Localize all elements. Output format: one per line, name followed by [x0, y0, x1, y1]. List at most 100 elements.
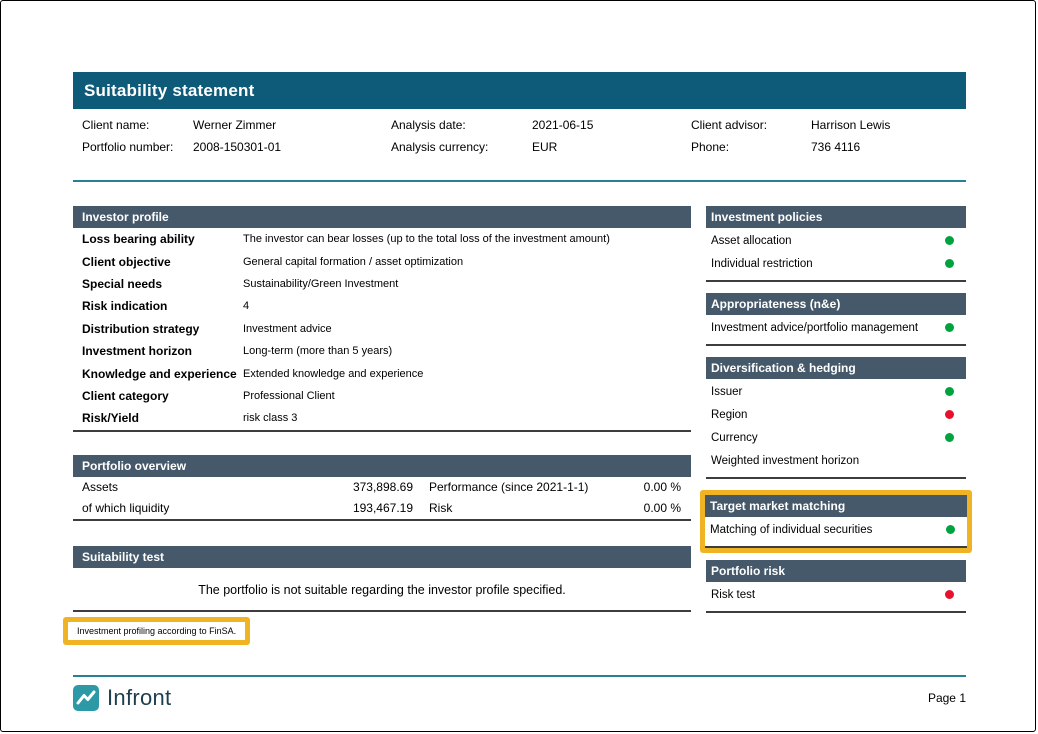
page-number: Page 1 — [73, 691, 966, 705]
panel-row-label: Region — [711, 409, 747, 421]
panel-row: Asset allocation — [706, 229, 966, 252]
portfolio-row: of which liquidity 193,467.19 Risk 0.00 … — [73, 498, 691, 519]
panel-investment-policies: Investment policies Asset allocation Ind… — [706, 206, 966, 282]
profile-row-label: Risk indication — [82, 299, 243, 313]
profile-row-value: 4 — [243, 300, 691, 312]
target-market-highlight-annotation: Target market matching Matching of indiv… — [700, 490, 972, 553]
profile-row-value: Sustainability/Green Investment — [243, 278, 691, 290]
portfolio-row: Assets 373,898.69 Performance (since 202… — [73, 477, 691, 498]
section-suitability-test: Suitability test The portfolio is not su… — [73, 546, 691, 612]
panel-body: Asset allocation Individual restriction — [706, 228, 966, 282]
panel-row-label: Weighted investment horizon — [711, 455, 859, 467]
section-header: Portfolio overview — [73, 455, 691, 477]
status-dot — [945, 410, 954, 419]
panel-row: Investment advice/portfolio management — [706, 316, 966, 339]
panel-portfolio-risk: Portfolio risk Risk test — [706, 560, 966, 613]
analysis-date-value: 2021-06-15 — [532, 114, 691, 136]
panel-diversification-hedging: Diversification & hedging Issuer Region … — [706, 357, 966, 479]
panel-row-label: Issuer — [711, 386, 742, 398]
phone-label: Phone: — [691, 136, 811, 158]
performance-value: 0.00 % — [609, 480, 681, 494]
panel-body: Risk test — [706, 582, 966, 613]
panel-row-label: Risk test — [711, 589, 755, 601]
panel-row-label: Asset allocation — [711, 235, 792, 247]
left-column: Investor profile Loss bearing ability Th… — [73, 206, 691, 645]
profile-row: Client objective General capital formati… — [73, 250, 691, 272]
liquidity-value: 193,467.19 — [262, 501, 413, 515]
right-column: Investment policies Asset allocation Ind… — [706, 206, 966, 613]
portfolio-number-value: 2008-150301-01 — [193, 136, 391, 158]
client-advisor-label: Client advisor: — [691, 114, 811, 136]
panel-row-label: Investment advice/portfolio management — [711, 322, 918, 334]
panel-header: Appropriateness (n&e) — [706, 293, 966, 315]
risk-label: Risk — [413, 501, 609, 515]
status-dot — [946, 525, 955, 534]
profile-row: Investment horizon Long-term (more than … — [73, 340, 691, 362]
profile-row: Risk/Yield risk class 3 — [73, 407, 691, 429]
profile-row-label: Client category — [82, 389, 243, 403]
footnote-highlight-annotation: Investment profiling according to FinSA. — [63, 617, 250, 645]
profile-row-label: Special needs — [82, 277, 243, 291]
footer-divider — [73, 675, 966, 677]
profile-row-value: risk class 3 — [243, 412, 691, 424]
panel-row: Region — [706, 403, 966, 426]
panel-row: Individual restriction — [706, 252, 966, 275]
panel-row: Issuer — [706, 380, 966, 403]
panel-header: Portfolio risk — [706, 560, 966, 582]
analysis-currency-label: Analysis currency: — [391, 136, 532, 158]
assets-label: Assets — [82, 480, 262, 494]
profile-row-label: Knowledge and experience — [82, 367, 243, 381]
profile-row: Risk indication 4 — [73, 295, 691, 317]
profile-row-label: Client objective — [82, 255, 243, 269]
analysis-currency-value: EUR — [532, 136, 691, 158]
client-info-row: Portfolio number: 2008-150301-01 Analysi… — [73, 136, 966, 158]
panel-header: Diversification & hedging — [706, 357, 966, 379]
status-dot — [945, 387, 954, 396]
phone-value: 736 4116 — [811, 136, 966, 158]
profile-row-value: General capital formation / asset optimi… — [243, 256, 691, 268]
panel-row: Matching of individual securities — [705, 518, 967, 541]
panel-row: Risk test — [706, 583, 966, 606]
panel-body: Issuer Region Currency Weighted investme… — [706, 379, 966, 479]
client-name-value: Werner Zimmer — [193, 114, 391, 136]
panel-row-label: Individual restriction — [711, 258, 813, 270]
status-dot — [945, 590, 954, 599]
panel-row: Weighted investment horizon — [706, 449, 966, 472]
client-info-row: Client name: Werner Zimmer Analysis date… — [73, 114, 966, 136]
profile-row-label: Investment horizon — [82, 344, 243, 358]
profile-row-label: Risk/Yield — [82, 411, 243, 425]
profile-row-value: Long-term (more than 5 years) — [243, 345, 691, 357]
status-dot — [945, 259, 954, 268]
profile-row: Knowledge and experience Extended knowle… — [73, 362, 691, 384]
risk-value: 0.00 % — [609, 501, 681, 515]
footnote-text: Investment profiling according to FinSA. — [77, 626, 236, 636]
profile-row: Distribution strategy Investment advice — [73, 318, 691, 340]
panel-header: Investment policies — [706, 206, 966, 228]
analysis-date-label: Analysis date: — [391, 114, 532, 136]
assets-value: 373,898.69 — [262, 480, 413, 494]
profile-row-value: Extended knowledge and experience — [243, 368, 691, 380]
section-header: Suitability test — [73, 546, 691, 568]
client-name-label: Client name: — [82, 114, 193, 136]
panel-header: Target market matching — [705, 495, 967, 517]
panel-row-label: Matching of individual securities — [710, 524, 872, 536]
profile-row-value: Professional Client — [243, 390, 691, 402]
profile-row-value: The investor can bear losses (up to the … — [243, 233, 691, 245]
panel-row-label: Currency — [711, 432, 758, 444]
performance-label: Performance (since 2021-1-1) — [413, 480, 609, 494]
profile-row: Loss bearing ability The investor can be… — [73, 228, 691, 250]
client-advisor-value: Harrison Lewis — [811, 114, 966, 136]
profile-row-label: Loss bearing ability — [82, 232, 243, 246]
section-investor-profile: Investor profile Loss bearing ability Th… — [73, 206, 691, 432]
liquidity-label: of which liquidity — [82, 501, 262, 515]
top-divider — [73, 180, 966, 182]
section-header: Investor profile — [73, 206, 691, 228]
profile-row: Client category Professional Client — [73, 385, 691, 407]
panel-appropriateness: Appropriateness (n&e) Investment advice/… — [706, 293, 966, 346]
status-dot — [945, 323, 954, 332]
portfolio-overview-body: Assets 373,898.69 Performance (since 202… — [73, 477, 691, 521]
status-dot — [945, 236, 954, 245]
section-portfolio-overview: Portfolio overview Assets 373,898.69 Per… — [73, 455, 691, 521]
client-info-block: Client name: Werner Zimmer Analysis date… — [73, 114, 966, 158]
profile-row: Special needs Sustainability/Green Inves… — [73, 273, 691, 295]
